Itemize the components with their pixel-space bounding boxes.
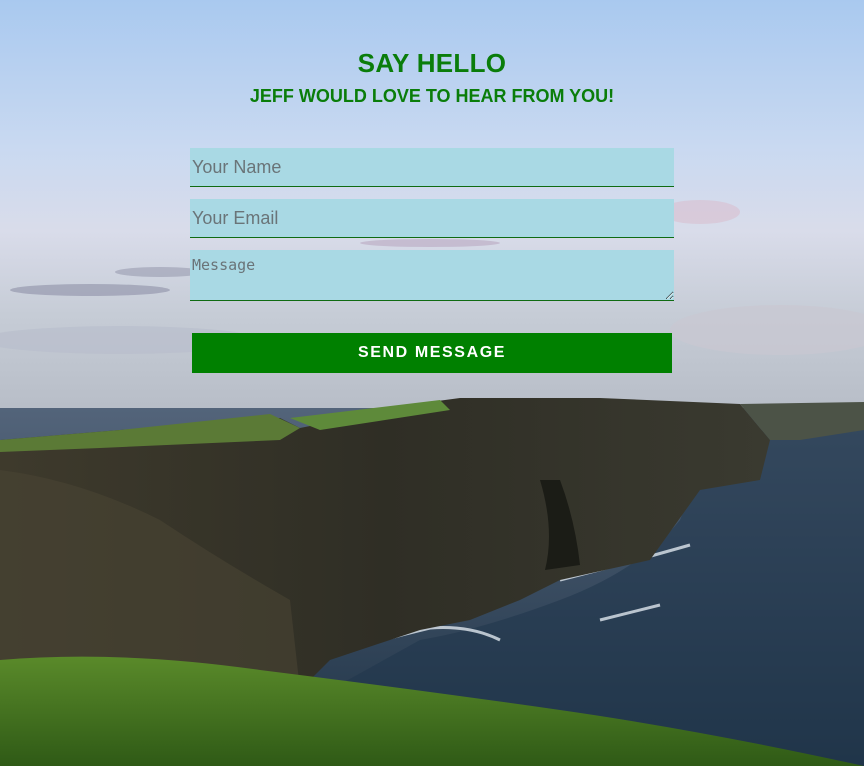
page-subtitle: JEFF WOULD LOVE TO HEAR FROM YOU!: [249, 86, 615, 106]
name-input[interactable]: [190, 148, 674, 187]
email-input[interactable]: [190, 199, 674, 238]
message-textarea[interactable]: [190, 250, 674, 301]
contact-section: SAY HELLO JEFF WOULD LOVE TO HEAR FROM Y…: [0, 0, 864, 766]
page-title: SAY HELLO: [357, 48, 507, 78]
send-message-button[interactable]: SEND MESSAGE: [192, 333, 672, 373]
